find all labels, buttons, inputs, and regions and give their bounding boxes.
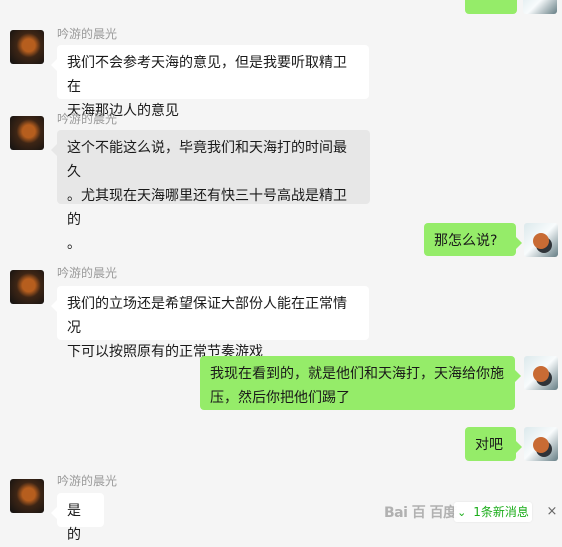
outgoing-message-bubble[interactable]: 对吧	[465, 427, 522, 461]
incoming-message-bubble[interactable]: 我们不会参考天海的意见，但是我要听取精卫在 天海那边人的意见	[51, 45, 369, 119]
sender-name: 吟游的晨光	[57, 474, 118, 488]
incoming-message-bubble[interactable]: 是的	[51, 493, 104, 543]
outgoing-message-bubble[interactable]: 我现在看到的，就是他们和天海打，天海给你施 压，然后你把他们踢了	[200, 356, 521, 410]
avatar-icon[interactable]	[10, 270, 44, 304]
avatar-icon[interactable]	[10, 479, 44, 513]
avatar-icon[interactable]	[524, 223, 558, 257]
new-message-notice[interactable]: ⌄ 1条新消息	[454, 502, 532, 522]
avatar-icon[interactable]	[524, 356, 558, 390]
sender-name: 吟游的晨光	[57, 266, 118, 280]
chevron-down-icon: ⌄	[457, 506, 467, 519]
incoming-message-bubble[interactable]: 这个不能这么说，毕竟我们和天海打的时间最久 。尤其现在天海哪里还有快三十号高战是…	[51, 130, 370, 252]
chat-window: 吟游的晨光 我们不会参考天海的意见，但是我要听取精卫在 天海那边人的意见 吟游的…	[0, 0, 562, 543]
outgoing-message-bubble[interactable]: 那怎么说?	[424, 223, 522, 256]
avatar-icon[interactable]	[10, 116, 44, 150]
avatar-icon[interactable]	[10, 30, 44, 64]
new-message-label: 1条新消息	[473, 505, 529, 519]
baidu-watermark: Bai 百 百度	[384, 505, 457, 521]
avatar-icon[interactable]	[523, 0, 557, 14]
sender-name: 吟游的晨光	[57, 112, 118, 126]
sender-name: 吟游的晨光	[57, 27, 118, 41]
avatar-icon[interactable]	[524, 427, 558, 461]
incoming-message-bubble[interactable]: 我们的立场还是希望保证大部份人能在正常情况 下可以按照原有的正常节奏游戏	[51, 286, 369, 360]
outgoing-message-bubble-partial[interactable]	[465, 0, 517, 14]
close-icon[interactable]: ×	[545, 505, 559, 519]
